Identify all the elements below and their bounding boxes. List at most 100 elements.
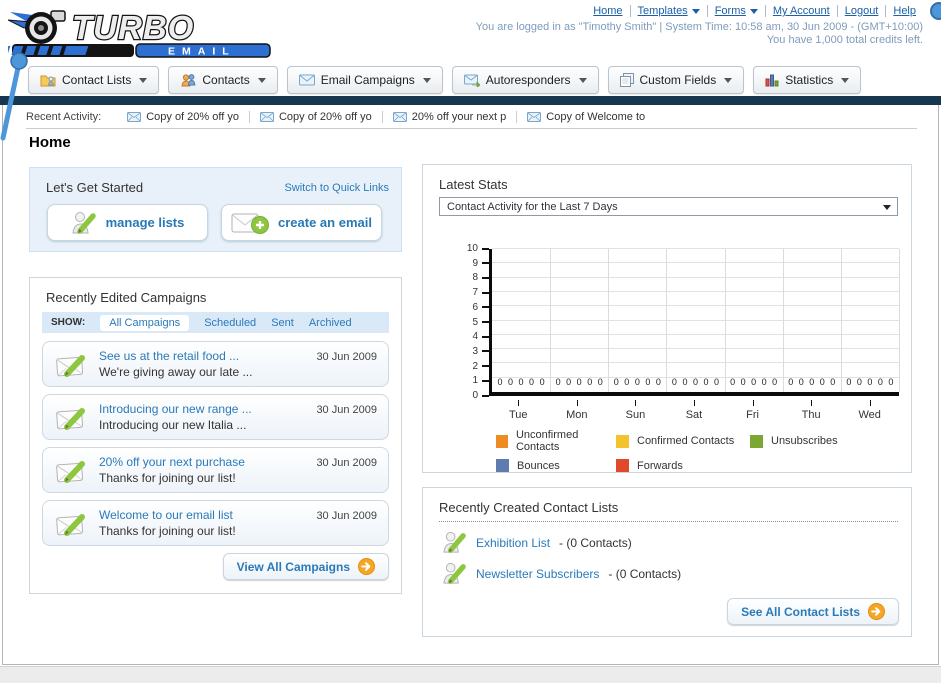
chart-y-tick: 3 bbox=[472, 346, 489, 357]
filter-sent[interactable]: Sent bbox=[271, 317, 294, 329]
chart-value-labels-group: 00000 bbox=[788, 377, 836, 387]
corner-dot-decoration bbox=[930, 2, 941, 20]
chart-gridline-horizontal bbox=[492, 262, 899, 264]
legend-swatch bbox=[616, 459, 629, 472]
header-link-my-account[interactable]: My Account bbox=[764, 5, 837, 17]
x-axis-label: Sun bbox=[606, 400, 665, 421]
recent-activity-item[interactable]: 20% off your next p bbox=[381, 110, 517, 123]
tab-email-campaigns[interactable]: Email Campaigns bbox=[286, 66, 443, 94]
chart-y-tick: 6 bbox=[472, 302, 489, 313]
arrow-circle-icon bbox=[868, 603, 885, 620]
header-link-logout[interactable]: Logout bbox=[836, 5, 886, 17]
person-pencil-icon bbox=[71, 210, 97, 236]
latest-stats-title: Latest Stats bbox=[439, 177, 508, 192]
chart-legend: Unconfirmed Contacts Confirmed Contacts Un… bbox=[496, 429, 838, 472]
chart-gridline-vertical bbox=[608, 249, 610, 392]
recent-activity-item[interactable]: Copy of 20% off yo bbox=[248, 110, 382, 123]
stats-period-select[interactable]: Contact Activity for the Last 7 Days bbox=[439, 197, 898, 216]
manage-lists-button[interactable]: manage lists bbox=[47, 204, 208, 241]
campaign-date: 30 Jun 2009 bbox=[316, 351, 377, 363]
chart-value-labels-group: 00000 bbox=[497, 377, 545, 387]
chart-x-tick-mark bbox=[752, 400, 754, 406]
campaign-date: 30 Jun 2009 bbox=[316, 457, 377, 469]
chart-y-tick: 7 bbox=[472, 287, 489, 298]
get-started-panel: Let's Get Started Switch to Quick Links … bbox=[29, 167, 402, 252]
chart-x-axis: Tue Mon Sun Sat Fri Thu Wed bbox=[489, 400, 899, 424]
email-envelope-icon bbox=[299, 74, 315, 86]
tab-autoresponders[interactable]: Autoresponders bbox=[451, 66, 599, 94]
chart-x-tick-mark bbox=[811, 400, 813, 406]
envelope-pencil-icon bbox=[54, 402, 88, 432]
recent-activity-item[interactable]: Copy of Welcome to bbox=[516, 110, 655, 123]
tab-contacts[interactable]: Contacts bbox=[168, 66, 278, 94]
header-link-templates[interactable]: Templates bbox=[629, 5, 707, 17]
recent-activity-bar: Recent Activity: Copy of 20% off yo Copy… bbox=[26, 105, 917, 129]
campaign-row[interactable]: 20% off your next purchase Thanks for jo… bbox=[42, 447, 389, 493]
select-arrow-icon bbox=[883, 205, 891, 210]
campaigns-panel: Recently Edited Campaigns SHOW: All Camp… bbox=[29, 277, 402, 594]
tab-label: Contacts bbox=[202, 73, 250, 87]
envelope-icon bbox=[527, 112, 541, 122]
chart-value-labels-group: 00000 bbox=[555, 377, 603, 387]
campaign-row[interactable]: Welcome to our email list Thanks for joi… bbox=[42, 500, 389, 546]
contact-list-count: - (0 Contacts) bbox=[608, 566, 682, 581]
dotted-divider bbox=[439, 521, 898, 522]
legend-swatch bbox=[496, 434, 508, 448]
chart-gridline-horizontal bbox=[492, 305, 899, 307]
autoresponder-envelope-arrow-icon bbox=[464, 74, 480, 87]
campaign-row[interactable]: Introducing our new range ... Introducin… bbox=[42, 394, 389, 440]
legend-swatch bbox=[496, 459, 509, 472]
contact-list-link[interactable]: Newsletter Subscribers bbox=[476, 567, 599, 581]
campaign-row[interactable]: See us at the retail food ... We're givi… bbox=[42, 341, 389, 387]
recent-activity-text: Copy of 20% off yo bbox=[278, 110, 372, 123]
see-all-contact-lists-button[interactable]: See All Contact Lists bbox=[727, 598, 899, 625]
chart-y-tick-mark bbox=[482, 291, 489, 294]
campaign-subtitle: Thanks for joining our list! bbox=[99, 471, 236, 485]
chart-y-tick: 5 bbox=[472, 317, 489, 328]
chart-y-axis: 0 1 2 3 4 5 6 7 8 9 10 bbox=[439, 243, 489, 401]
x-axis-label: Wed bbox=[840, 400, 899, 421]
header-link-forms[interactable]: Forms bbox=[706, 5, 765, 17]
tab-custom-fields[interactable]: Custom Fields bbox=[607, 66, 745, 94]
campaigns-title: Recently Edited Campaigns bbox=[46, 290, 207, 305]
chevron-down-icon bbox=[257, 77, 266, 83]
chevron-down-icon bbox=[749, 8, 758, 14]
navy-divider-bar bbox=[0, 96, 941, 105]
chart-gridline-horizontal bbox=[492, 276, 899, 278]
create-email-button[interactable]: create an email bbox=[221, 204, 382, 241]
chevron-down-icon bbox=[139, 77, 148, 83]
recent-activity-label: Recent Activity: bbox=[26, 110, 102, 123]
header-link-help[interactable]: Help bbox=[885, 5, 923, 17]
switch-to-quick-links[interactable]: Switch to Quick Links bbox=[284, 182, 389, 194]
filter-archived[interactable]: Archived bbox=[309, 317, 352, 329]
person-pencil-icon bbox=[442, 561, 467, 586]
tab-label: Custom Fields bbox=[639, 73, 717, 87]
filter-all-campaigns[interactable]: All Campaigns bbox=[100, 314, 190, 331]
chart-y-tick-mark bbox=[482, 350, 489, 353]
campaign-subtitle: We're giving away our late ... bbox=[99, 365, 253, 379]
envelope-icon bbox=[393, 112, 407, 122]
arrow-circle-icon bbox=[358, 558, 375, 575]
see-all-contact-lists-label: See All Contact Lists bbox=[741, 604, 860, 619]
legend-swatch bbox=[616, 434, 629, 448]
get-started-buttons: manage lists create an email bbox=[47, 204, 382, 241]
chart-y-tick-mark bbox=[482, 321, 489, 323]
tab-contact-lists[interactable]: Contact Lists bbox=[28, 66, 160, 94]
tab-statistics[interactable]: Statistics bbox=[753, 66, 862, 94]
statistics-bar-chart-icon bbox=[765, 74, 779, 87]
legend-item: Confirmed Contacts bbox=[616, 429, 750, 453]
legend-item: Unsubscribes bbox=[750, 429, 838, 453]
contact-list-count: - (0 Contacts) bbox=[559, 535, 632, 550]
get-started-title: Let's Get Started bbox=[46, 180, 144, 195]
chevron-down-icon bbox=[578, 77, 587, 83]
view-all-campaigns-button[interactable]: View All Campaigns bbox=[222, 553, 389, 580]
contact-list-link[interactable]: Exhibition List bbox=[476, 536, 550, 550]
header-link-home[interactable]: Home bbox=[586, 5, 629, 17]
chart-y-tick: 2 bbox=[472, 361, 489, 372]
filter-scheduled[interactable]: Scheduled bbox=[204, 317, 256, 329]
chart-y-tick: 9 bbox=[472, 258, 489, 269]
chart-gridline-horizontal bbox=[492, 362, 899, 364]
header-links: Home Templates Forms My Account Logout H… bbox=[586, 5, 923, 17]
recent-activity-item[interactable]: Copy of 20% off yo bbox=[117, 111, 249, 123]
chart-y-tick: 10 bbox=[467, 243, 489, 254]
